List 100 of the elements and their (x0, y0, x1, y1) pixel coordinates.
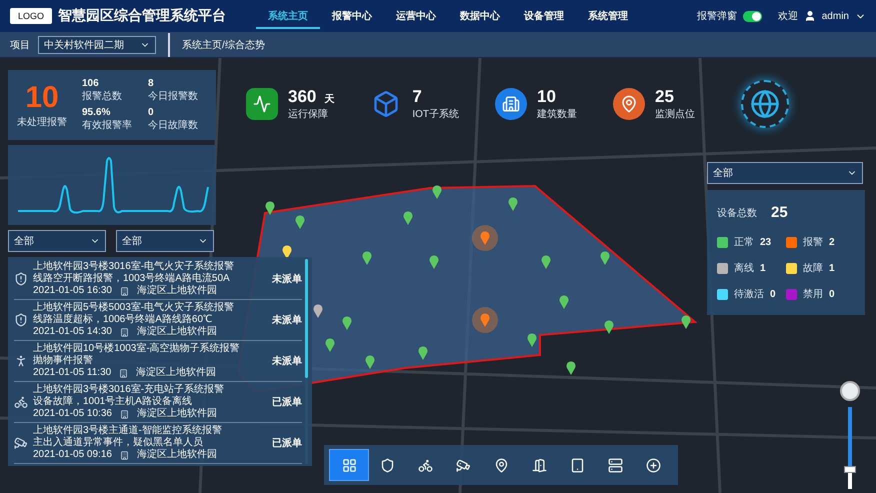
map-pin-icon[interactable] (418, 346, 428, 360)
stat-value: 0 (148, 107, 155, 118)
person-icon (14, 354, 28, 368)
map-pin-icon[interactable] (560, 295, 568, 309)
alarm-popup-toggle[interactable] (742, 10, 762, 22)
alarm-detail: 抛物事件报警 (33, 355, 94, 367)
kpi-label: IOT子系统 (412, 108, 460, 121)
alarm-detail: 设备故障，1001号主机A路设备离线 (33, 396, 193, 408)
door-icon (532, 458, 546, 472)
map-pin-icon[interactable] (682, 315, 690, 329)
status-count: 1 (760, 262, 766, 274)
logo: LOGO (10, 8, 52, 24)
stat-label: 未处理报警 (17, 116, 67, 129)
project-select[interactable]: 中关村软件园二期 (38, 36, 156, 54)
alarm-detail: 线路温度超标，1006号终端A路线路60℃ (33, 314, 214, 326)
map-pin-icon[interactable] (508, 197, 518, 211)
map-pin-icon[interactable] (404, 211, 412, 225)
building-icon (120, 286, 129, 296)
camera-icon (456, 458, 470, 472)
panel-icon (608, 458, 622, 472)
map-pin-icon[interactable] (282, 245, 292, 259)
kpi-unit: 天 (324, 93, 334, 106)
map-pin-icon[interactable] (600, 251, 610, 265)
building-icon (120, 450, 129, 460)
stat-label: 今日报警数 (148, 90, 199, 103)
project-label: 项目 (10, 38, 30, 52)
user-name[interactable]: admin (822, 10, 849, 22)
alarm-title[interactable]: 上地软件园3号楼3016室-充电站子系统报警 (33, 384, 267, 396)
status-count: 1 (829, 262, 835, 274)
alarm-title[interactable]: 上地软件园3号楼主通道-智能监控系统报警 (33, 425, 267, 437)
nav-tab[interactable]: 报警中心 (320, 3, 384, 29)
shield-icon (14, 313, 28, 327)
kpi-label: 建筑数量 (537, 108, 578, 121)
building-icon (120, 410, 129, 418)
status-count: 0 (770, 288, 776, 300)
status-label: 报警 (803, 236, 823, 249)
map-pin-icon[interactable] (528, 333, 536, 347)
map-pin-icon[interactable] (604, 320, 614, 334)
map-pin-icon[interactable] (366, 355, 374, 369)
device-total-label: 设备总数 (717, 206, 757, 220)
status-label: 正常 (734, 236, 754, 249)
kpi-value: 360 (288, 87, 316, 107)
welcome-text: 欢迎 (778, 10, 798, 23)
dispatch-status: 未派单 (272, 272, 302, 286)
nav-tab[interactable]: 设备管理 (512, 3, 576, 29)
stat-value: 8 (148, 78, 155, 89)
building-icon (120, 328, 129, 336)
dispatch-status: 未派单 (272, 314, 302, 327)
map-pin-icon[interactable] (566, 361, 576, 375)
nav-tab[interactable]: 数据中心 (448, 3, 512, 29)
alarm-title[interactable]: 上地软件园10号楼1003室-高空抛物子系统报警 (33, 343, 267, 355)
kpi-value: 10 (537, 87, 556, 107)
stat-value: 106 (82, 78, 100, 89)
map-pin-icon[interactable] (430, 255, 438, 269)
shield-icon (14, 272, 28, 286)
app-title: 智慧园区综合管理系统平台 (58, 7, 226, 25)
alarm-location: 海淀区上地软件园 (136, 408, 217, 420)
map-pin-icon[interactable] (266, 201, 274, 215)
alarm-location: 海淀区上地软件园 (136, 285, 217, 297)
nav-tab[interactable]: 运营中心 (384, 3, 448, 29)
nav-tab[interactable]: 系统管理 (576, 3, 640, 29)
status-count: 23 (760, 236, 772, 248)
breadcrumb: 系统主页/综合态势 (182, 38, 265, 52)
alarm-location: 海淀区上地软件园 (136, 449, 217, 461)
status-label: 离线 (734, 262, 754, 275)
stat-value: 95.6% (82, 107, 112, 118)
map-pin-icon[interactable] (472, 225, 498, 251)
nav-tab[interactable]: 系统主页 (256, 3, 320, 29)
alarm-location: 海淀区上地软件园 (136, 367, 216, 379)
stat-label: 报警总数 (82, 90, 123, 103)
map-pin-icon[interactable] (326, 338, 334, 352)
kpi-label: 监测点位 (655, 108, 696, 121)
map-pin-icon[interactable] (432, 185, 442, 199)
status-label: 故障 (803, 262, 823, 275)
map-pin-icon[interactable] (314, 304, 322, 318)
device-total: 25 (771, 204, 788, 221)
scroll-thumb[interactable] (305, 259, 308, 378)
alarm-title[interactable]: 上地软件园5号楼5003室-电气火灾子系统报警 (33, 302, 267, 314)
stat-label: 今日故障数 (148, 118, 199, 132)
stat-label: 有效报警率 (82, 118, 133, 132)
building-icon (119, 368, 128, 378)
device-filter-select[interactable]: 全部 (707, 162, 863, 184)
map-pin-icon[interactable] (362, 251, 372, 265)
filter-select[interactable]: 全部 (8, 230, 106, 252)
kpi-value: 7 (412, 87, 422, 107)
filter-select[interactable]: 全部 (116, 230, 214, 252)
camera-icon (14, 436, 28, 450)
plus-icon (646, 458, 660, 472)
monitor-icon (246, 88, 278, 120)
alarm-title[interactable]: 上地软件园3号楼3016室-电气火灾子系统报警 (33, 261, 267, 273)
map-pin-icon[interactable] (542, 255, 550, 269)
grid-icon (342, 458, 356, 472)
kpi-label: 运行保障 (288, 108, 329, 121)
globe-icon (741, 80, 790, 128)
tablet-icon (570, 458, 584, 472)
map-pin-icon[interactable] (296, 215, 304, 229)
map-pin-icon[interactable] (472, 307, 498, 333)
map-pin-icon[interactable] (342, 316, 352, 330)
status-count: 0 (829, 288, 835, 300)
status-label: 待激活 (734, 288, 764, 301)
